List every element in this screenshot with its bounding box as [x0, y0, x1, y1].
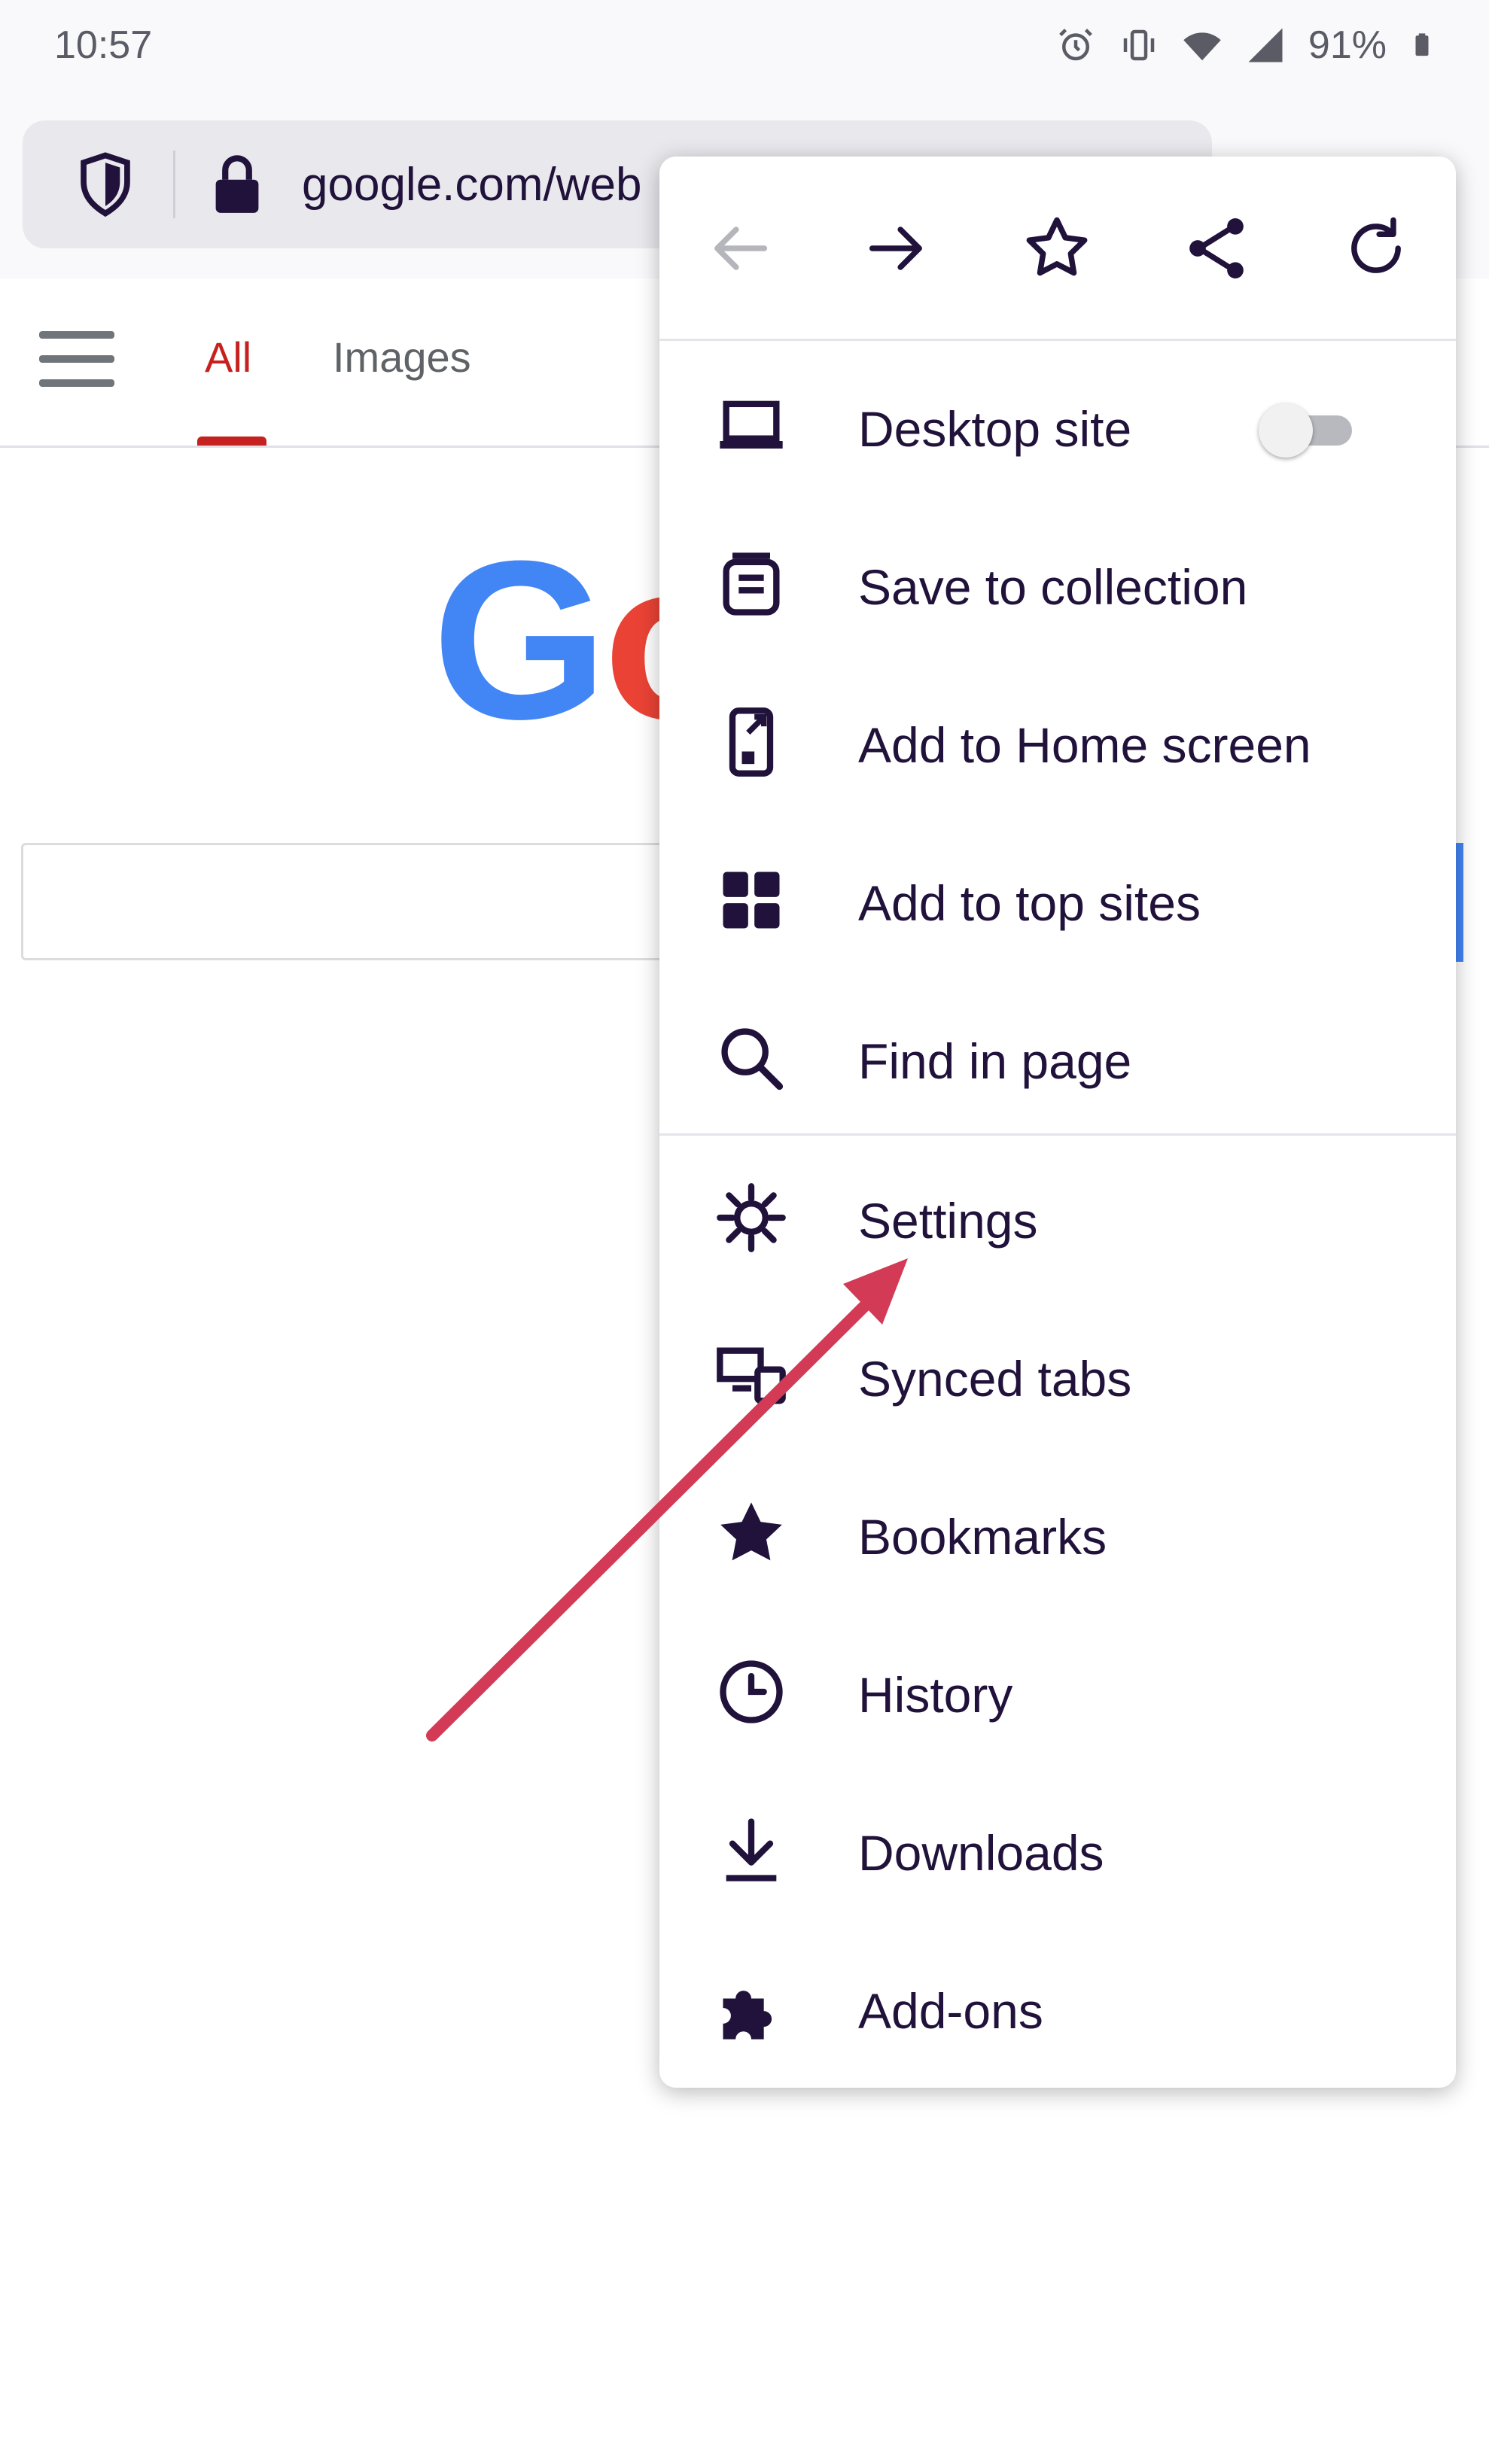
menu-item-add-ons[interactable]: Add-ons — [659, 1933, 1456, 2083]
wifi-icon — [1183, 32, 1221, 61]
url-text[interactable]: google.com/web — [302, 158, 642, 211]
share-icon[interactable] — [1179, 211, 1254, 286]
menu-item-add-to-home-screen[interactable]: Add to Home screen — [659, 667, 1456, 817]
gear-icon — [717, 1183, 786, 1252]
battery-percent: 91% — [1308, 23, 1387, 67]
status-time: 10:57 — [54, 23, 153, 67]
alarm-icon — [1059, 29, 1092, 61]
cell-signal-icon — [1248, 28, 1283, 62]
top-sites-grid-icon — [723, 872, 780, 929]
menu-item-label: Add to top sites — [858, 875, 1201, 931]
lock-icon[interactable] — [213, 154, 261, 215]
menu-item-history[interactable]: History — [659, 1617, 1456, 1767]
menu-item-label: Synced tabs — [858, 1351, 1132, 1407]
status-bar: 10:57 91% — [0, 0, 1489, 90]
search-box-accent — [1456, 843, 1463, 962]
url-bar-separator — [173, 151, 175, 218]
menu-item-label: Downloads — [858, 1825, 1104, 1881]
menu-item-label: Desktop site — [858, 401, 1132, 457]
download-icon — [726, 1818, 777, 1881]
menu-item-find-in-page[interactable]: Find in page — [659, 983, 1456, 1133]
laptop-icon — [720, 400, 783, 449]
back-arrow-icon[interactable] — [702, 211, 777, 286]
clock-icon — [720, 1660, 783, 1723]
status-icons: 91% — [1055, 23, 1435, 68]
reload-icon[interactable] — [1338, 211, 1414, 286]
star-filled-icon — [720, 1502, 782, 1561]
menu-item-label: Settings — [858, 1193, 1038, 1249]
desktop-site-toggle[interactable] — [1259, 403, 1357, 458]
bookmark-star-icon[interactable] — [1019, 211, 1095, 286]
menu-item-bookmarks[interactable]: Bookmarks — [659, 1459, 1456, 1609]
tab-all[interactable]: All — [205, 333, 251, 382]
synced-devices-icon — [717, 1347, 786, 1404]
menu-item-label: Add to Home screen — [858, 717, 1311, 773]
browser-overflow-menu: Desktop site Save to collection Add to H… — [659, 157, 1456, 2088]
menu-item-add-to-top-sites[interactable]: Add to top sites — [659, 825, 1456, 975]
tracking-protection-shield-icon[interactable] — [75, 151, 136, 218]
menu-item-label: Bookmarks — [858, 1509, 1107, 1565]
add-home-screen-icon — [729, 707, 774, 777]
battery-icon — [1415, 33, 1429, 56]
menu-item-label: History — [858, 1667, 1013, 1723]
puzzle-piece-icon — [723, 1991, 772, 2040]
vibrate-icon — [1123, 29, 1155, 61]
collection-icon — [723, 552, 780, 616]
logo-letter-g: G — [432, 513, 607, 766]
menu-item-downloads[interactable]: Downloads — [659, 1775, 1456, 1925]
search-icon — [721, 1028, 784, 1091]
menu-item-synced-tabs[interactable]: Synced tabs — [659, 1300, 1456, 1451]
menu-divider — [659, 1133, 1456, 1136]
hamburger-menu-icon[interactable] — [39, 331, 114, 391]
menu-item-desktop-site[interactable]: Desktop site — [659, 351, 1456, 501]
menu-item-save-to-collection[interactable]: Save to collection — [659, 509, 1456, 659]
menu-navigation-row — [659, 157, 1456, 341]
menu-item-label: Save to collection — [858, 559, 1248, 615]
tab-all-indicator — [197, 437, 266, 446]
tab-images[interactable]: Images — [333, 333, 471, 382]
menu-item-label: Add-ons — [858, 1983, 1043, 2039]
forward-arrow-icon[interactable] — [860, 211, 935, 286]
menu-item-label: Find in page — [858, 1033, 1132, 1089]
menu-item-settings[interactable]: Settings — [659, 1142, 1456, 1293]
